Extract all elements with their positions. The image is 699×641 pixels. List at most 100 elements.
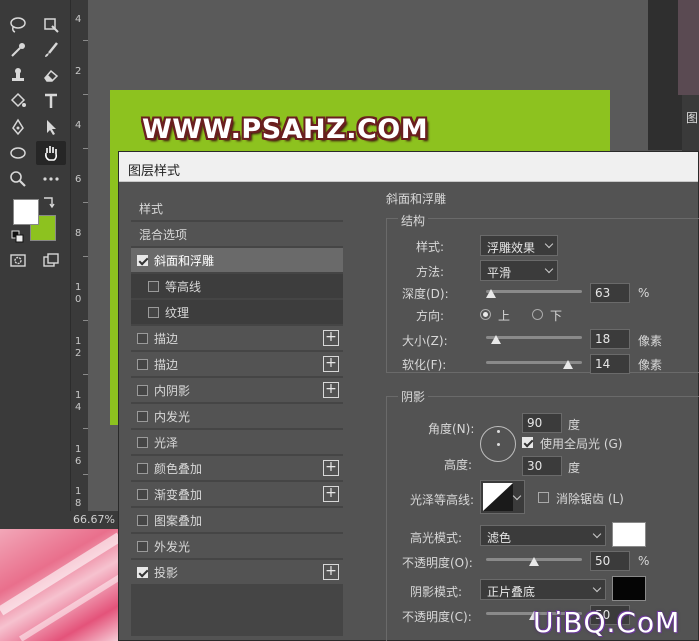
add-effect-icon[interactable]: +: [323, 564, 339, 580]
style-list-item[interactable]: 投影 +: [131, 560, 343, 584]
eraser-tool-icon[interactable]: [36, 63, 66, 87]
style-list-item[interactable]: 内发光: [131, 404, 343, 428]
style-list-item[interactable]: 等高线: [131, 274, 343, 298]
angle-input[interactable]: 90: [522, 413, 562, 433]
default-colors-icon[interactable]: [9, 228, 27, 246]
ruler-label: 1: [75, 444, 82, 455]
style-list-item[interactable]: 混合选项: [131, 222, 343, 246]
style-list-item[interactable]: 纹理: [131, 300, 343, 324]
add-effect-icon[interactable]: +: [323, 460, 339, 476]
lasso-tool-icon[interactable]: [3, 13, 33, 37]
style-dropdown[interactable]: 浮雕效果: [480, 235, 558, 256]
style-checkbox[interactable]: [137, 462, 148, 474]
shadow-color-swatch[interactable]: [612, 576, 646, 601]
style-list-label: 外发光: [154, 539, 191, 554]
foreground-color-swatch[interactable]: [13, 199, 39, 225]
direction-up-radio[interactable]: [480, 309, 491, 320]
path-select-tool-icon[interactable]: [36, 115, 66, 139]
style-list-item[interactable]: 渐变叠加 +: [131, 482, 343, 506]
style-checkbox[interactable]: [137, 358, 148, 370]
bevel-section-title: 斜面和浮雕: [386, 192, 447, 206]
direction-up-label: 上: [498, 309, 511, 323]
more-tools-icon[interactable]: [36, 167, 66, 191]
paint-bucket-tool-icon[interactable]: [3, 89, 33, 113]
highlight-opacity-slider-handle[interactable]: [529, 557, 539, 566]
style-list-item[interactable]: 颜色叠加 +: [131, 456, 343, 480]
brush-tool-icon[interactable]: [36, 38, 66, 62]
eyedropper-tool-icon[interactable]: [3, 38, 33, 62]
quick-mask-icon[interactable]: [3, 248, 33, 272]
ellipse-tool-icon[interactable]: [3, 141, 33, 165]
style-list-label: 斜面和浮雕: [154, 253, 215, 268]
gloss-contour-label: 光泽等高线:: [410, 493, 475, 507]
shadow-mode-value: 正片叠底: [487, 585, 536, 599]
ruler-label: 0: [75, 294, 82, 305]
gloss-contour-picker[interactable]: [480, 480, 525, 514]
style-list-item[interactable]: 图案叠加: [131, 508, 343, 532]
style-list-label: 样式: [139, 201, 164, 216]
style-list-item[interactable]: 外发光: [131, 534, 343, 558]
style-checkbox[interactable]: [148, 306, 159, 318]
global-light-checkbox[interactable]: [522, 437, 533, 448]
depth-input[interactable]: 63: [590, 283, 630, 303]
style-checkbox[interactable]: [137, 410, 148, 422]
swap-colors-icon[interactable]: [40, 194, 58, 212]
altitude-unit: 度: [568, 461, 581, 475]
size-slider-handle[interactable]: [490, 335, 501, 344]
style-checkbox[interactable]: [137, 566, 148, 578]
crop-select-tool-icon[interactable]: [36, 13, 66, 37]
style-list-label: 渐变叠加: [154, 487, 203, 502]
document-text-layer[interactable]: WWW.PSAHZ.COM: [142, 114, 428, 145]
technique-dropdown[interactable]: 平滑: [480, 260, 558, 281]
pen-tool-icon[interactable]: [3, 115, 33, 139]
altitude-input[interactable]: 30: [522, 456, 562, 476]
style-checkbox[interactable]: [137, 514, 148, 526]
direction-down-radio[interactable]: [532, 309, 543, 320]
ruler-label: 1: [75, 282, 82, 293]
style-checkbox[interactable]: [137, 384, 148, 396]
layers-panel-tab[interactable]: 图: [682, 95, 699, 155]
chevron-down-icon: [592, 583, 602, 593]
style-checkbox[interactable]: [137, 332, 148, 344]
style-list-item[interactable]: 斜面和浮雕: [131, 248, 343, 272]
dialog-title: 图层样式: [119, 152, 698, 182]
zoom-level[interactable]: 66.67%: [70, 511, 120, 529]
style-list-label: 纹理: [165, 305, 190, 320]
highlight-color-swatch[interactable]: [612, 522, 646, 547]
zoom-tool-icon[interactable]: [3, 167, 33, 191]
screen-mode-icon[interactable]: [36, 248, 66, 272]
highlight-mode-dropdown[interactable]: 滤色: [480, 525, 606, 546]
style-checkbox[interactable]: [148, 280, 159, 292]
add-effect-icon[interactable]: +: [323, 330, 339, 346]
highlight-opacity-input[interactable]: 50: [590, 551, 630, 571]
style-list-item[interactable]: 内阴影 +: [131, 378, 343, 402]
anti-alias-checkbox[interactable]: [538, 492, 549, 503]
hand-tool-icon[interactable]: [36, 141, 66, 165]
style-checkbox[interactable]: [137, 254, 148, 266]
style-list-item[interactable]: 描边 +: [131, 326, 343, 350]
chevron-down-icon: [592, 529, 602, 539]
style-checkbox[interactable]: [137, 436, 148, 448]
shadow-mode-dropdown[interactable]: 正片叠底: [480, 579, 606, 600]
style-list-item[interactable]: 描边 +: [131, 352, 343, 376]
depth-slider-handle[interactable]: [485, 289, 496, 298]
soften-input[interactable]: 14: [590, 354, 630, 374]
style-list-item[interactable]: 光泽: [131, 430, 343, 454]
style-checkbox[interactable]: [137, 488, 148, 500]
add-effect-icon[interactable]: +: [323, 356, 339, 372]
angle-dial[interactable]: [480, 426, 516, 462]
size-input[interactable]: 18: [590, 329, 630, 349]
add-effect-icon[interactable]: +: [323, 486, 339, 502]
stamp-tool-icon[interactable]: [3, 63, 33, 87]
add-effect-icon[interactable]: +: [323, 382, 339, 398]
contour-preview-icon: [483, 483, 513, 511]
style-list-item[interactable]: 样式: [131, 196, 343, 220]
shadow-mode-label: 阴影模式:: [410, 585, 463, 599]
ruler-label: 1: [75, 390, 82, 401]
shadow-opacity-label: 不透明度(C):: [402, 610, 472, 624]
style-checkbox[interactable]: [137, 540, 148, 552]
depth-slider-track[interactable]: [486, 290, 582, 293]
soften-slider-handle[interactable]: [562, 360, 573, 369]
ruler-label: 6: [75, 174, 82, 185]
type-tool-icon[interactable]: [36, 89, 66, 113]
